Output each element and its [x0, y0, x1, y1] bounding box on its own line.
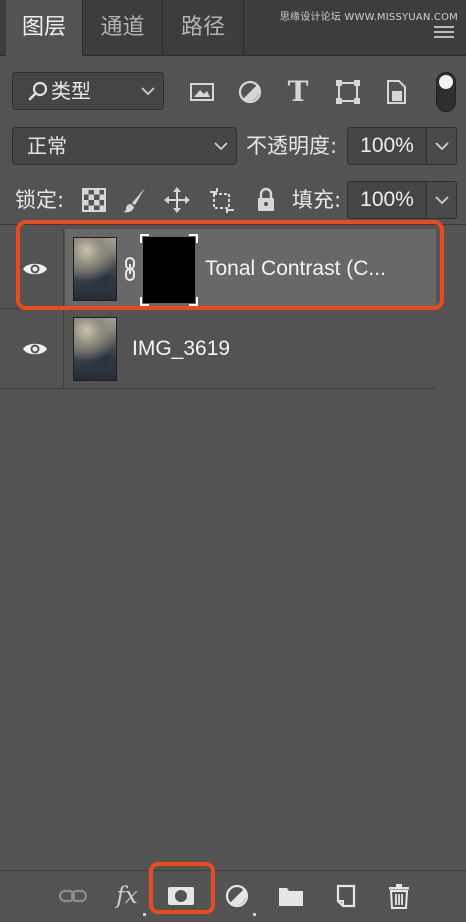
filter-kind-label: 类型: [51, 79, 91, 103]
filter-toggle[interactable]: [436, 72, 456, 112]
chevron-down-icon: [435, 196, 449, 205]
fill-label: 填充:: [292, 188, 342, 212]
fill-dropdown-button[interactable]: [427, 181, 457, 219]
new-group-icon[interactable]: [276, 883, 306, 909]
eye-icon: [23, 263, 47, 275]
opacity-label: 不透明度:: [246, 134, 338, 158]
lock-transparent-pixels-icon[interactable]: [80, 186, 108, 214]
blend-mode-value: 正常: [27, 134, 67, 158]
lock-label: 锁定:: [15, 188, 65, 212]
eye-icon: [23, 343, 47, 355]
filter-kind-select[interactable]: 类型: [12, 72, 164, 110]
layer-thumbnail[interactable]: [73, 237, 117, 301]
visibility-toggle[interactable]: [0, 309, 64, 389]
layer-filter-row: 类型 T: [0, 66, 466, 118]
tab-channels[interactable]: 通道: [82, 0, 162, 56]
lock-image-pixels-icon[interactable]: [120, 186, 148, 214]
chain-link-icon[interactable]: [123, 257, 137, 281]
layer-content: Tonal Contrast (C...: [65, 229, 436, 308]
search-icon: [28, 81, 48, 101]
fx-icon[interactable]: fx: [112, 883, 142, 909]
visibility-toggle[interactable]: [0, 229, 64, 309]
shape-filter-icon[interactable]: [334, 78, 362, 106]
lock-artboard-icon[interactable]: [208, 186, 236, 214]
link-layers-icon[interactable]: [58, 883, 88, 909]
layer-list: Tonal Contrast (C... IMG_3619: [0, 225, 436, 389]
new-layer-icon[interactable]: [330, 883, 360, 909]
layer-content: IMG_3619: [65, 309, 436, 388]
opacity-input[interactable]: 100%: [347, 127, 427, 165]
tab-bar: 图层 通道 路径 思缘设计论坛 WWW.MISSYUAN.COM: [0, 0, 466, 57]
new-adjustment-icon[interactable]: [222, 883, 252, 909]
tab-paths[interactable]: 路径: [162, 0, 244, 56]
layer-mask-thumbnail[interactable]: [140, 234, 198, 306]
chevron-down-icon: [141, 87, 155, 96]
opacity-dropdown-button[interactable]: [427, 127, 457, 165]
lock-all-icon[interactable]: [252, 186, 280, 214]
layer-row-img-3619[interactable]: IMG_3619: [0, 309, 436, 389]
smart-object-filter-icon[interactable]: [382, 78, 410, 106]
panel-menu-icon[interactable]: [434, 26, 454, 38]
adjustment-filter-icon[interactable]: [236, 78, 264, 106]
submenu-dot: [253, 913, 256, 916]
bottom-toolbar: fx: [0, 870, 466, 922]
watermark: 思缘设计论坛 WWW.MISSYUAN.COM: [279, 12, 458, 23]
add-mask-icon[interactable]: [166, 883, 196, 909]
type-filter-icon[interactable]: T: [284, 78, 312, 106]
lock-position-icon[interactable]: [163, 186, 191, 214]
layer-name[interactable]: IMG_3619: [132, 309, 230, 389]
trash-icon[interactable]: [384, 883, 414, 909]
tab-layers[interactable]: 图层: [6, 0, 82, 57]
chevron-down-icon: [214, 142, 228, 151]
chevron-down-icon: [435, 142, 449, 151]
blend-mode-select[interactable]: 正常: [12, 127, 237, 165]
fill-input[interactable]: 100%: [347, 181, 427, 219]
layers-panel: 图层 通道 路径 思缘设计论坛 WWW.MISSYUAN.COM 类型 T 正常…: [0, 0, 466, 922]
layer-name[interactable]: Tonal Contrast (C...: [205, 229, 386, 309]
layer-thumbnail[interactable]: [73, 317, 117, 381]
submenu-dot: [143, 913, 146, 916]
image-filter-icon[interactable]: [188, 78, 216, 106]
layer-row-tonal-contrast[interactable]: Tonal Contrast (C...: [0, 229, 436, 309]
